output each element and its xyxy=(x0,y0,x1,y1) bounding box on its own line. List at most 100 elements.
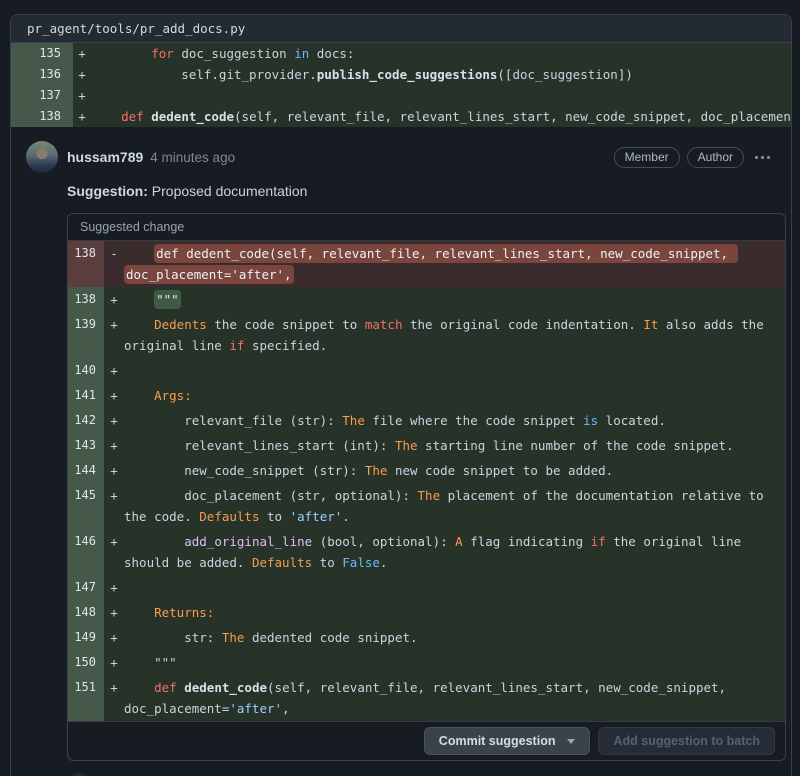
diff-marker: + xyxy=(104,312,124,358)
code-line: Returns: xyxy=(124,600,785,625)
add-suggestion-to-batch-button[interactable]: Add suggestion to batch xyxy=(598,727,775,755)
line-number: 141 xyxy=(68,383,104,408)
line-number: 145 xyxy=(68,483,104,529)
diff-marker: - xyxy=(104,241,124,287)
diff-row-add: 142+ relevant_file (str): The file where… xyxy=(68,408,785,433)
diff-row-add: 138+ """ xyxy=(68,287,785,312)
line-number: 146 xyxy=(68,529,104,575)
code-line xyxy=(91,85,791,106)
file-header: pr_agent/tools/pr_add_docs.py xyxy=(11,15,791,43)
line-number: 142 xyxy=(68,408,104,433)
diff-row-add: 145+ doc_placement (str, optional): The … xyxy=(68,483,785,529)
line-number: 138 xyxy=(68,287,104,312)
diff-marker: + xyxy=(104,650,124,675)
diff-row-add: 149+ str: The dedented code snippet. xyxy=(68,625,785,650)
code-line: """ xyxy=(124,287,785,312)
diff-row-add: 137+ xyxy=(11,85,791,106)
comment-header: hussam789 4 minutes ago Member Author xyxy=(67,141,786,173)
code-line: """ xyxy=(124,650,785,675)
code-line: relevant_lines_start (int): The starting… xyxy=(124,433,785,458)
code-line: new_code_snippet (str): The new code sni… xyxy=(124,458,785,483)
code-line: def dedent_code(self, relevant_file, rel… xyxy=(124,241,785,287)
code-line: add_original_line (bool, optional): A fl… xyxy=(124,529,785,575)
code-line: str: The dedented code snippet. xyxy=(124,625,785,650)
review-thread-container: pr_agent/tools/pr_add_docs.py 135+ for d… xyxy=(10,14,792,776)
diff-row-add: 144+ new_code_snippet (str): The new cod… xyxy=(68,458,785,483)
diff-row-add: 150+ """ xyxy=(68,650,785,675)
code-line: def dedent_code(self, relevant_file, rel… xyxy=(91,106,791,127)
code-line xyxy=(124,575,785,600)
suggestion-diff: 138- def dedent_code(self, relevant_file… xyxy=(68,241,785,721)
line-number: 143 xyxy=(68,433,104,458)
code-line xyxy=(124,358,785,383)
diff-row-add: 139+ Dedents the code snippet to match t… xyxy=(68,312,785,358)
diff-row-add: 136+ self.git_provider.publish_code_sugg… xyxy=(11,64,791,85)
commit-suggestion-label: Commit suggestion xyxy=(439,734,556,748)
diff-row-add: 147+ xyxy=(68,575,785,600)
diff-row-add: 151+ def dedent_code(self, relevant_file… xyxy=(68,675,785,721)
code-line: Dedents the code snippet to match the or… xyxy=(124,312,785,358)
line-number: 138 xyxy=(68,241,104,287)
diff-marker: + xyxy=(104,433,124,458)
diff-marker: + xyxy=(104,458,124,483)
line-number: 137 xyxy=(11,85,73,106)
file-path-link[interactable]: pr_agent/tools/pr_add_docs.py xyxy=(27,21,245,36)
diff-row-add: 138+ def dedent_code(self, relevant_file… xyxy=(11,106,791,127)
suggested-change-block: Suggested change 138- def dedent_code(se… xyxy=(67,213,786,761)
line-number: 147 xyxy=(68,575,104,600)
line-number: 149 xyxy=(68,625,104,650)
diff-marker: + xyxy=(104,483,124,529)
code-line: self.git_provider.publish_code_suggestio… xyxy=(91,64,791,85)
commit-suggestion-button[interactable]: Commit suggestion xyxy=(424,727,591,755)
comment-timestamp[interactable]: 4 minutes ago xyxy=(150,150,235,165)
diff-marker: + xyxy=(73,64,91,85)
line-number: 139 xyxy=(68,312,104,358)
kebab-menu-icon[interactable] xyxy=(751,150,774,165)
pr-review-page: pr_agent/tools/pr_add_docs.py 135+ for d… xyxy=(0,0,800,776)
diff-marker: + xyxy=(104,575,124,600)
code-line: relevant_file (str): The file where the … xyxy=(124,408,785,433)
suggestion-footer: Commit suggestion Add suggestion to batc… xyxy=(68,721,785,760)
code-line: for doc_suggestion in docs: xyxy=(91,43,791,64)
code-line: def dedent_code(self, relevant_file, rel… xyxy=(124,675,785,721)
diff-marker: + xyxy=(104,408,124,433)
code-line: doc_placement (str, optional): The place… xyxy=(124,483,785,529)
diff-row-add: 141+ Args: xyxy=(68,383,785,408)
author-badge: Author xyxy=(687,147,744,168)
line-number: 136 xyxy=(11,64,73,85)
diff-row-add: 148+ Returns: xyxy=(68,600,785,625)
diff-marker: + xyxy=(104,625,124,650)
diff-marker: + xyxy=(73,106,91,127)
line-number: 135 xyxy=(11,43,73,64)
dropdown-caret-icon xyxy=(567,739,575,744)
line-number: 144 xyxy=(68,458,104,483)
review-comment: hussam789 4 minutes ago Member Author Su… xyxy=(11,127,791,776)
suggested-change-header: Suggested change xyxy=(68,214,785,241)
diff-row-add: 140+ xyxy=(68,358,785,383)
diff-marker: + xyxy=(104,675,124,721)
diff-marker: + xyxy=(104,383,124,408)
line-number: 150 xyxy=(68,650,104,675)
comment-header-right: Member Author xyxy=(614,147,774,168)
diff-marker: + xyxy=(73,85,91,106)
diff-row-add: 143+ relevant_lines_start (int): The sta… xyxy=(68,433,785,458)
diff-row-del: 138- def dedent_code(self, relevant_file… xyxy=(68,241,785,287)
line-number: 140 xyxy=(68,358,104,383)
member-badge: Member xyxy=(614,147,680,168)
author-link[interactable]: hussam789 xyxy=(67,149,143,165)
line-number: 148 xyxy=(68,600,104,625)
diff-row-add: 135+ for doc_suggestion in docs: xyxy=(11,43,791,64)
diff-marker: + xyxy=(104,358,124,383)
diff-marker: + xyxy=(104,600,124,625)
code-line: Args: xyxy=(124,383,785,408)
diff-row-add: 146+ add_original_line (bool, optional):… xyxy=(68,529,785,575)
line-number: 151 xyxy=(68,675,104,721)
suggestion-label: Suggestion: xyxy=(67,183,148,199)
file-context-diff: 135+ for doc_suggestion in docs:136+ sel… xyxy=(11,43,791,127)
diff-marker: + xyxy=(104,529,124,575)
diff-marker: + xyxy=(104,287,124,312)
suggestion-text: Proposed documentation xyxy=(148,183,308,199)
diff-marker: + xyxy=(73,43,91,64)
avatar[interactable] xyxy=(26,141,58,173)
line-number: 138 xyxy=(11,106,73,127)
